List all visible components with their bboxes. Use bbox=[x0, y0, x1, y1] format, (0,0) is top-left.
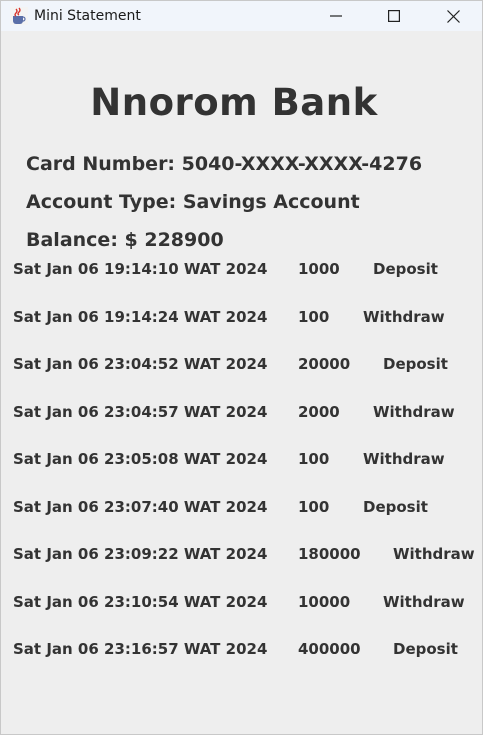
transaction-amount: 180000 bbox=[298, 545, 361, 563]
transaction-row: Sat Jan 06 23:04:52 WAT 2024 20000 Depos… bbox=[1, 355, 482, 375]
transaction-amount: 100 bbox=[298, 498, 330, 516]
transaction-amount: 1000 bbox=[298, 260, 340, 278]
transaction-type: Withdraw bbox=[383, 593, 465, 611]
statement-panel: Nnorom Bank Card Number: 5040-XXXX-XXXX-… bbox=[1, 31, 482, 734]
window-title: Mini Statement bbox=[34, 8, 141, 24]
transaction-amount: 100 bbox=[298, 450, 330, 468]
transaction-amount: 20000 bbox=[298, 355, 351, 373]
transaction-type: Withdraw bbox=[393, 545, 475, 563]
transaction-row: Sat Jan 06 23:07:40 WAT 2024 100 Deposit bbox=[1, 498, 482, 518]
transaction-date: Sat Jan 06 23:09:22 WAT 2024 bbox=[13, 545, 268, 563]
transaction-row: Sat Jan 06 23:10:54 WAT 2024 10000 Withd… bbox=[1, 593, 482, 613]
minimize-button[interactable] bbox=[307, 1, 365, 31]
transaction-type: Deposit bbox=[363, 498, 428, 516]
transaction-row: Sat Jan 06 19:14:24 WAT 2024 100 Withdra… bbox=[1, 308, 482, 328]
transaction-row: Sat Jan 06 23:09:22 WAT 2024 180000 With… bbox=[1, 545, 482, 565]
java-cup-icon bbox=[10, 7, 28, 25]
transaction-date: Sat Jan 06 23:16:57 WAT 2024 bbox=[13, 640, 268, 658]
transaction-amount: 10000 bbox=[298, 593, 351, 611]
transaction-date: Sat Jan 06 23:04:57 WAT 2024 bbox=[13, 403, 268, 421]
transaction-date: Sat Jan 06 19:14:10 WAT 2024 bbox=[13, 260, 268, 278]
transaction-type: Withdraw bbox=[373, 403, 455, 421]
balance-label: Balance: $ 228900 bbox=[26, 229, 224, 251]
mini-statement-window: Mini Statement Nnorom Bank Card Number: … bbox=[0, 0, 483, 735]
transaction-date: Sat Jan 06 23:05:08 WAT 2024 bbox=[13, 450, 268, 468]
transaction-amount: 2000 bbox=[298, 403, 340, 421]
transaction-date: Sat Jan 06 23:04:52 WAT 2024 bbox=[13, 355, 268, 373]
transaction-row: Sat Jan 06 23:05:08 WAT 2024 100 Withdra… bbox=[1, 450, 482, 470]
maximize-button[interactable] bbox=[365, 1, 423, 31]
transaction-date: Sat Jan 06 23:07:40 WAT 2024 bbox=[13, 498, 268, 516]
transaction-type: Withdraw bbox=[363, 450, 445, 468]
transaction-type: Deposit bbox=[373, 260, 438, 278]
account-type-label: Account Type: Savings Account bbox=[26, 191, 360, 213]
transaction-row: Sat Jan 06 19:14:10 WAT 2024 1000 Deposi… bbox=[1, 260, 482, 280]
transaction-date: Sat Jan 06 23:10:54 WAT 2024 bbox=[13, 593, 268, 611]
transaction-row: Sat Jan 06 23:04:57 WAT 2024 2000 Withdr… bbox=[1, 403, 482, 423]
close-icon bbox=[446, 9, 460, 23]
card-number-label: Card Number: 5040-XXXX-XXXX-4276 bbox=[26, 153, 423, 175]
transaction-type: Withdraw bbox=[363, 308, 445, 326]
transaction-type: Deposit bbox=[383, 355, 448, 373]
minimize-icon bbox=[330, 15, 342, 17]
transaction-amount: 400000 bbox=[298, 640, 361, 658]
maximize-icon bbox=[388, 10, 400, 22]
bank-name-heading: Nnorom Bank bbox=[90, 81, 378, 124]
title-bar[interactable]: Mini Statement bbox=[1, 1, 482, 31]
transaction-row: Sat Jan 06 23:16:57 WAT 2024 400000 Depo… bbox=[1, 640, 482, 660]
close-button[interactable] bbox=[424, 1, 482, 31]
transaction-date: Sat Jan 06 19:14:24 WAT 2024 bbox=[13, 308, 268, 326]
transaction-type: Deposit bbox=[393, 640, 458, 658]
transaction-amount: 100 bbox=[298, 308, 330, 326]
